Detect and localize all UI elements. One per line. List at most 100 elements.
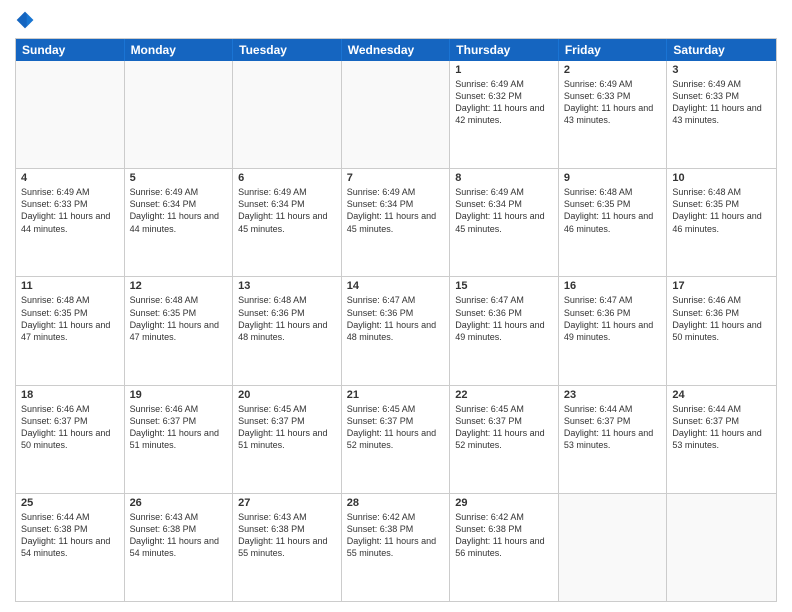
page: SundayMondayTuesdayWednesdayThursdayFrid… — [0, 0, 792, 612]
calendar-day-header: Wednesday — [342, 39, 451, 61]
cell-sun-info: Sunrise: 6:43 AM Sunset: 6:38 PM Dayligh… — [238, 511, 336, 560]
calendar-cell: 23Sunrise: 6:44 AM Sunset: 6:37 PM Dayli… — [559, 386, 668, 493]
calendar-cell: 22Sunrise: 6:45 AM Sunset: 6:37 PM Dayli… — [450, 386, 559, 493]
logo — [15, 10, 37, 32]
cell-sun-info: Sunrise: 6:46 AM Sunset: 6:37 PM Dayligh… — [21, 403, 119, 452]
calendar-cell: 21 Sunrise: 6:45 AM Sunset: 6:37 PM Dayli… — [342, 386, 451, 493]
calendar-day-header: Thursday — [450, 39, 559, 61]
cell-sun-info: Sunrise: 6:44 AM Sunset: 6:37 PM Dayligh… — [564, 403, 662, 452]
calendar-day-header: Monday — [125, 39, 234, 61]
calendar-cell: 26 Sunrise: 6:43 AM Sunset: 6:38 PM Dayli… — [125, 494, 234, 601]
day-number: 21 — [347, 389, 445, 401]
calendar-cell: 27 Sunrise: 6:43 AM Sunset: 6:38 PM Dayli… — [233, 494, 342, 601]
cell-sun-info: Sunrise: 6:48 AM Sunset: 6:36 PM Dayligh… — [238, 294, 336, 343]
day-number: 7 — [347, 172, 445, 184]
cell-sun-info: Sunrise: 6:49 AM Sunset: 6:34 PM Dayligh… — [455, 186, 553, 235]
day-number: 5 — [130, 172, 228, 184]
cell-sun-info: Sunrise: 6:48 AM Sunset: 6:35 PM Dayligh… — [21, 294, 119, 343]
calendar-cell: 3Sunrise: 6:49 AM Sunset: 6:33 PM Daylig… — [667, 61, 776, 168]
calendar-week-row: 11 Sunrise: 6:48 AM Sunset: 6:35 PM Dayli… — [16, 277, 776, 385]
cell-sun-info: Sunrise: 6:42 AM Sunset: 6:38 PM Dayligh… — [455, 511, 553, 560]
calendar-cell — [342, 61, 451, 168]
day-number: 2 — [564, 64, 662, 76]
calendar-cell: 16 Sunrise: 6:47 AM Sunset: 6:36 PM Dayli… — [559, 277, 668, 384]
calendar-cell — [233, 61, 342, 168]
calendar-cell: 20 Sunrise: 6:45 AM Sunset: 6:37 PM Dayli… — [233, 386, 342, 493]
cell-sun-info: Sunrise: 6:46 AM Sunset: 6:36 PM Dayligh… — [672, 294, 771, 343]
calendar-cell: 8 Sunrise: 6:49 AM Sunset: 6:34 PM Daylig… — [450, 169, 559, 276]
calendar-cell: 1 Sunrise: 6:49 AM Sunset: 6:32 PM Daylig… — [450, 61, 559, 168]
day-number: 22 — [455, 389, 553, 401]
day-number: 17 — [672, 280, 771, 292]
cell-sun-info: Sunrise: 6:44 AM Sunset: 6:37 PM Dayligh… — [672, 403, 771, 452]
cell-sun-info: Sunrise: 6:48 AM Sunset: 6:35 PM Dayligh… — [130, 294, 228, 343]
cell-sun-info: Sunrise: 6:43 AM Sunset: 6:38 PM Dayligh… — [130, 511, 228, 560]
calendar-cell: 7 Sunrise: 6:49 AM Sunset: 6:34 PM Daylig… — [342, 169, 451, 276]
calendar-body: 1 Sunrise: 6:49 AM Sunset: 6:32 PM Daylig… — [16, 61, 776, 601]
cell-sun-info: Sunrise: 6:49 AM Sunset: 6:33 PM Dayligh… — [21, 186, 119, 235]
calendar-cell: 4 Sunrise: 6:49 AM Sunset: 6:33 PM Daylig… — [16, 169, 125, 276]
calendar-week-row: 25Sunrise: 6:44 AM Sunset: 6:38 PM Dayli… — [16, 494, 776, 601]
calendar-cell: 5Sunrise: 6:49 AM Sunset: 6:34 PM Daylig… — [125, 169, 234, 276]
calendar-cell: 9 Sunrise: 6:48 AM Sunset: 6:35 PM Daylig… — [559, 169, 668, 276]
day-number: 26 — [130, 497, 228, 509]
day-number: 24 — [672, 389, 771, 401]
cell-sun-info: Sunrise: 6:45 AM Sunset: 6:37 PM Dayligh… — [238, 403, 336, 452]
calendar-week-row: 4 Sunrise: 6:49 AM Sunset: 6:33 PM Daylig… — [16, 169, 776, 277]
cell-sun-info: Sunrise: 6:47 AM Sunset: 6:36 PM Dayligh… — [564, 294, 662, 343]
day-number: 10 — [672, 172, 771, 184]
calendar-cell: 24 Sunrise: 6:44 AM Sunset: 6:37 PM Dayli… — [667, 386, 776, 493]
day-number: 14 — [347, 280, 445, 292]
cell-sun-info: Sunrise: 6:47 AM Sunset: 6:36 PM Dayligh… — [455, 294, 553, 343]
day-number: 27 — [238, 497, 336, 509]
day-number: 28 — [347, 497, 445, 509]
day-number: 12 — [130, 280, 228, 292]
calendar-cell: 2 Sunrise: 6:49 AM Sunset: 6:33 PM Daylig… — [559, 61, 668, 168]
cell-sun-info: Sunrise: 6:49 AM Sunset: 6:34 PM Dayligh… — [347, 186, 445, 235]
calendar-cell — [559, 494, 668, 601]
calendar: SundayMondayTuesdayWednesdayThursdayFrid… — [15, 38, 777, 602]
calendar-cell: 15Sunrise: 6:47 AM Sunset: 6:36 PM Dayli… — [450, 277, 559, 384]
calendar-week-row: 1 Sunrise: 6:49 AM Sunset: 6:32 PM Daylig… — [16, 61, 776, 169]
day-number: 6 — [238, 172, 336, 184]
day-number: 18 — [21, 389, 119, 401]
day-number: 9 — [564, 172, 662, 184]
cell-sun-info: Sunrise: 6:42 AM Sunset: 6:38 PM Dayligh… — [347, 511, 445, 560]
day-number: 13 — [238, 280, 336, 292]
header — [15, 10, 777, 32]
calendar-cell: 11 Sunrise: 6:48 AM Sunset: 6:35 PM Dayli… — [16, 277, 125, 384]
day-number: 1 — [455, 64, 553, 76]
calendar-day-header: Tuesday — [233, 39, 342, 61]
cell-sun-info: Sunrise: 6:49 AM Sunset: 6:32 PM Dayligh… — [455, 78, 553, 127]
calendar-week-row: 18 Sunrise: 6:46 AM Sunset: 6:37 PM Dayli… — [16, 386, 776, 494]
calendar-cell: 28 Sunrise: 6:42 AM Sunset: 6:38 PM Dayli… — [342, 494, 451, 601]
calendar-cell: 17 Sunrise: 6:46 AM Sunset: 6:36 PM Dayli… — [667, 277, 776, 384]
logo-icon — [15, 10, 35, 30]
calendar-cell: 13 Sunrise: 6:48 AM Sunset: 6:36 PM Dayli… — [233, 277, 342, 384]
calendar-cell: 19 Sunrise: 6:46 AM Sunset: 6:37 PM Dayli… — [125, 386, 234, 493]
calendar-cell: 25Sunrise: 6:44 AM Sunset: 6:38 PM Dayli… — [16, 494, 125, 601]
calendar-day-header: Saturday — [667, 39, 776, 61]
calendar-cell — [125, 61, 234, 168]
day-number: 4 — [21, 172, 119, 184]
day-number: 20 — [238, 389, 336, 401]
day-number: 29 — [455, 497, 553, 509]
calendar-cell: 29 Sunrise: 6:42 AM Sunset: 6:38 PM Dayli… — [450, 494, 559, 601]
day-number: 25 — [21, 497, 119, 509]
day-number: 19 — [130, 389, 228, 401]
calendar-header-row: SundayMondayTuesdayWednesdayThursdayFrid… — [16, 39, 776, 61]
calendar-cell: 14 Sunrise: 6:47 AM Sunset: 6:36 PM Dayli… — [342, 277, 451, 384]
calendar-day-header: Friday — [559, 39, 668, 61]
calendar-cell: 6 Sunrise: 6:49 AM Sunset: 6:34 PM Daylig… — [233, 169, 342, 276]
day-number: 11 — [21, 280, 119, 292]
calendar-cell — [16, 61, 125, 168]
cell-sun-info: Sunrise: 6:49 AM Sunset: 6:33 PM Dayligh… — [564, 78, 662, 127]
day-number: 8 — [455, 172, 553, 184]
cell-sun-info: Sunrise: 6:45 AM Sunset: 6:37 PM Dayligh… — [347, 403, 445, 452]
cell-sun-info: Sunrise: 6:49 AM Sunset: 6:34 PM Dayligh… — [238, 186, 336, 235]
cell-sun-info: Sunrise: 6:47 AM Sunset: 6:36 PM Dayligh… — [347, 294, 445, 343]
cell-sun-info: Sunrise: 6:46 AM Sunset: 6:37 PM Dayligh… — [130, 403, 228, 452]
cell-sun-info: Sunrise: 6:48 AM Sunset: 6:35 PM Dayligh… — [564, 186, 662, 235]
day-number: 3 — [672, 64, 771, 76]
day-number: 16 — [564, 280, 662, 292]
